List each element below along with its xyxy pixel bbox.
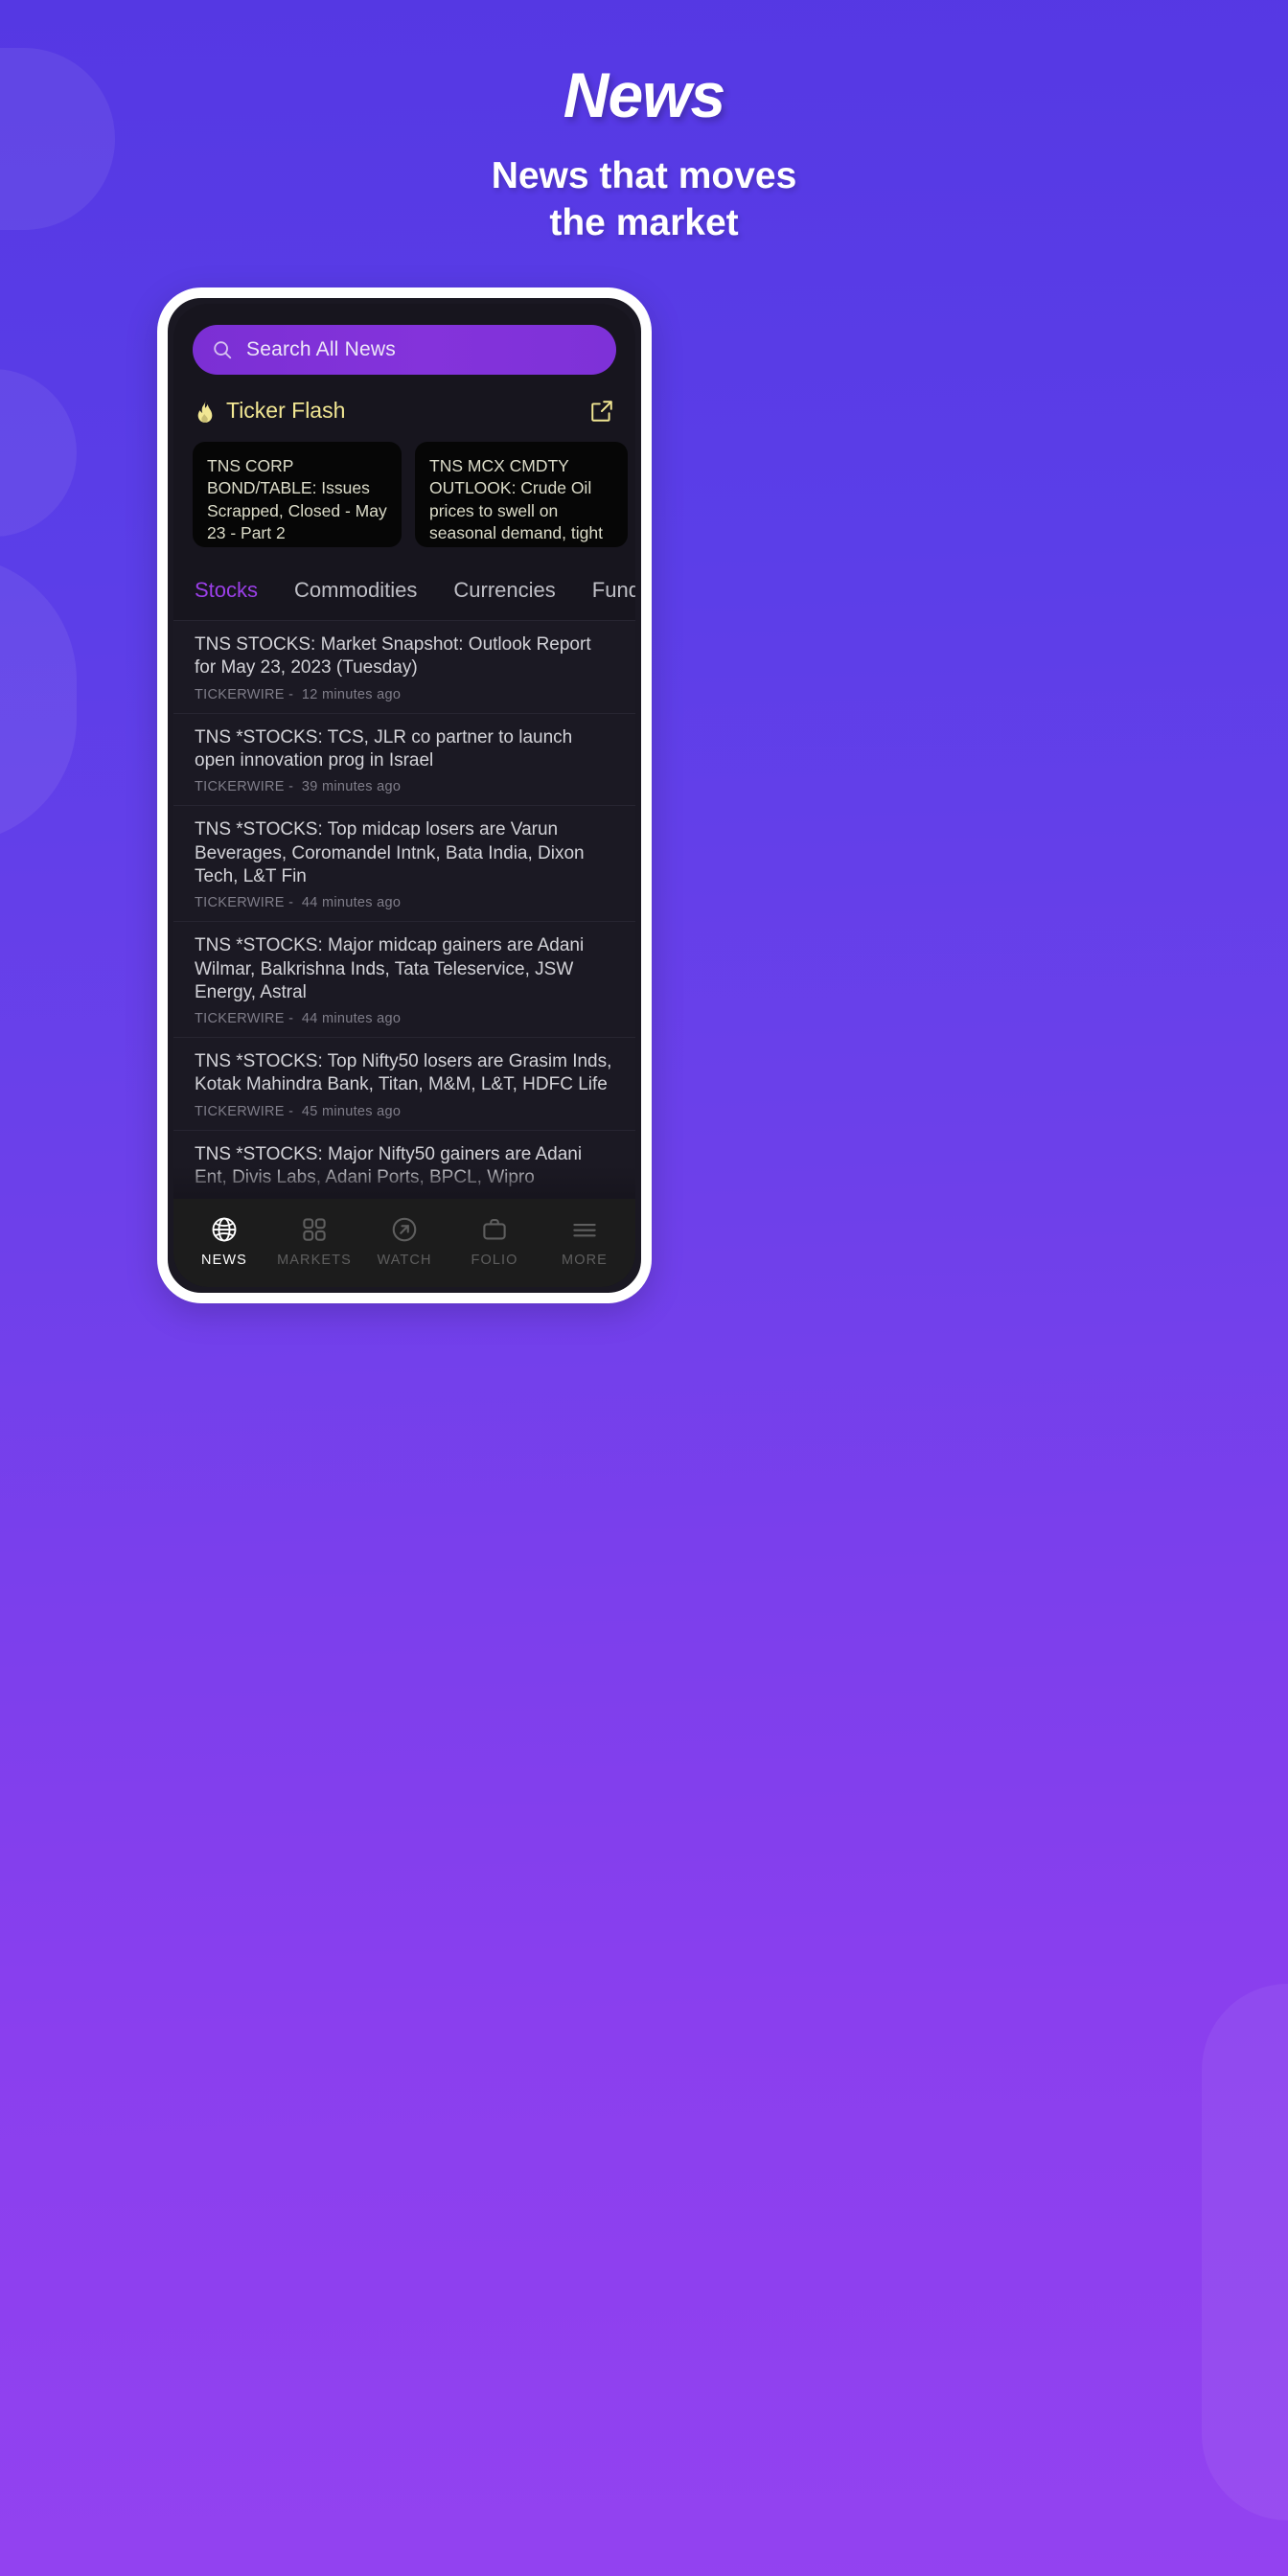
external-link-icon[interactable] xyxy=(589,399,614,424)
tab-commodities[interactable]: Commodities xyxy=(294,578,417,603)
news-meta: TICKERWIRE - 45 minutes ago xyxy=(195,1196,614,1199)
promo-header: News News that moves the market xyxy=(0,59,1288,246)
grid-icon xyxy=(300,1215,329,1244)
news-title: TNS *STOCKS: Top Nifty50 losers are Gras… xyxy=(195,1051,612,1095)
nav-item-markets[interactable]: MARKETS xyxy=(269,1215,359,1268)
ticker-card[interactable]: TNS MCX CMDTY OUTLOOK: Crude Oil prices … xyxy=(415,442,628,547)
hamburger-icon xyxy=(570,1215,599,1244)
nav-label: NEWS xyxy=(201,1252,247,1268)
news-meta: TICKERWIRE - 44 minutes ago xyxy=(195,1011,402,1027)
news-time: 44 minutes ago xyxy=(301,895,402,911)
news-meta: TICKERWIRE - 45 minutes ago xyxy=(195,1103,402,1119)
page-subtitle: News that moves the market xyxy=(0,153,1288,247)
page-title: News xyxy=(563,59,725,130)
news-source: TICKERWIRE xyxy=(195,1196,285,1199)
search-bar-container: Search All News xyxy=(173,304,635,375)
tab-funds[interactable]: Funds xyxy=(592,578,635,603)
briefcase-icon xyxy=(480,1215,509,1244)
tab-currencies[interactable]: Currencies xyxy=(453,578,555,603)
news-meta: TICKERWIRE - 39 minutes ago xyxy=(195,779,402,795)
ticker-flash-label: Ticker Flash xyxy=(226,398,346,423)
news-source: TICKERWIRE xyxy=(195,779,285,795)
decorative-shape xyxy=(1202,1984,1288,2520)
news-time: 12 minutes ago xyxy=(301,686,402,702)
news-time: 45 minutes ago xyxy=(302,1196,401,1199)
news-meta: TICKERWIRE - 12 minutes ago xyxy=(195,686,402,702)
news-source: TICKERWIRE xyxy=(195,895,285,911)
search-input[interactable]: Search All News xyxy=(193,325,616,375)
page-subtitle-line1: News that moves xyxy=(491,154,797,196)
category-tabs: Stocks Commodities Currencies Funds xyxy=(173,547,635,620)
list-item[interactable]: TNS *STOCKS: TCS, JLR co partner to laun… xyxy=(173,712,635,806)
news-time: 39 minutes ago xyxy=(301,779,402,795)
news-title: TNS *STOCKS: Major midcap gainers are Ad… xyxy=(195,935,585,1002)
ticker-flash-carousel[interactable]: TNS CORP BOND/TABLE: Issues Scrapped, Cl… xyxy=(173,424,635,547)
bottom-navigation: NEWS MARKETS WATCH FOLIO MORE xyxy=(173,1199,635,1287)
list-item[interactable]: TNS *STOCKS: Top midcap losers are Varun… xyxy=(173,805,635,922)
nav-label: FOLIO xyxy=(471,1252,518,1268)
arrow-up-right-circle-icon xyxy=(390,1215,419,1244)
news-source: TICKERWIRE xyxy=(195,686,285,702)
news-title: TNS *STOCKS: Major Nifty50 gainers are A… xyxy=(195,1143,583,1188)
nav-label: WATCH xyxy=(377,1252,432,1268)
news-source: TICKERWIRE xyxy=(195,1011,285,1027)
search-placeholder: Search All News xyxy=(246,338,396,360)
phone-frame: Search All News Ticker Flash TNS CORP BO… xyxy=(157,288,652,1303)
nav-item-more[interactable]: MORE xyxy=(540,1215,630,1268)
flame-icon xyxy=(195,399,216,424)
news-time: 45 minutes ago xyxy=(301,1103,402,1119)
list-item[interactable]: TNS *STOCKS: Major midcap gainers are Ad… xyxy=(173,921,635,1038)
globe-icon xyxy=(210,1215,239,1244)
search-icon xyxy=(212,339,233,360)
nav-label: MARKETS xyxy=(277,1252,352,1268)
page-subtitle-line2: the market xyxy=(549,201,739,243)
list-item[interactable]: TNS STOCKS: Market Snapshot: Outlook Rep… xyxy=(173,620,635,713)
ticker-flash-title-group: Ticker Flash xyxy=(195,398,345,424)
list-item[interactable]: TNS *STOCKS: Major Nifty50 gainers are A… xyxy=(173,1129,635,1199)
list-item[interactable]: TNS *STOCKS: Top Nifty50 losers are Gras… xyxy=(173,1037,635,1130)
news-source: TICKERWIRE xyxy=(195,1103,285,1119)
ticker-flash-header: Ticker Flash xyxy=(173,375,635,424)
news-title: TNS STOCKS: Market Snapshot: Outlook Rep… xyxy=(195,634,591,678)
app-screen: Search All News Ticker Flash TNS CORP BO… xyxy=(173,304,635,1287)
nav-item-folio[interactable]: FOLIO xyxy=(449,1215,540,1268)
tab-stocks[interactable]: Stocks xyxy=(195,578,258,603)
nav-label: MORE xyxy=(562,1252,608,1268)
nav-item-news[interactable]: NEWS xyxy=(179,1215,269,1268)
news-time: 44 minutes ago xyxy=(301,1011,402,1027)
news-title: TNS *STOCKS: Top midcap losers are Varun… xyxy=(195,819,585,886)
news-title: TNS *STOCKS: TCS, JLR co partner to laun… xyxy=(195,726,573,770)
news-meta: TICKERWIRE - 44 minutes ago xyxy=(195,895,402,911)
nav-item-watch[interactable]: WATCH xyxy=(359,1215,449,1268)
news-list[interactable]: TNS STOCKS: Market Snapshot: Outlook Rep… xyxy=(173,620,635,1199)
ticker-card[interactable]: TNS CORP BOND/TABLE: Issues Scrapped, Cl… xyxy=(193,442,402,547)
